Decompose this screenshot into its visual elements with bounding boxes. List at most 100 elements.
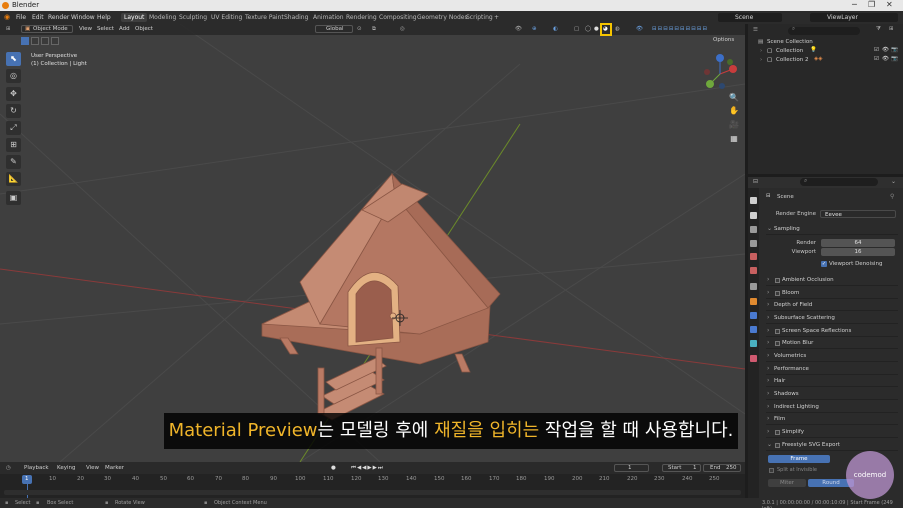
section-motion-blur[interactable]: › Motion Blur [766, 338, 898, 349]
expand-collection-2-icon[interactable]: › [760, 57, 762, 63]
editor-type-icon[interactable]: ⊞ [6, 26, 11, 32]
maximize-icon[interactable]: ❐ [868, 0, 875, 9]
properties-editor-icon[interactable]: ⊟ [753, 178, 758, 185]
menu-marker[interactable]: Marker [105, 465, 124, 471]
minimize-icon[interactable]: ─ [852, 0, 857, 9]
scene-collection-label[interactable]: Scene Collection [767, 39, 813, 45]
gizmo-y-icon[interactable] [706, 80, 714, 88]
blender-menu-icon[interactable]: ◉ [4, 13, 10, 21]
gizmo-x-icon[interactable] [729, 65, 737, 73]
new-collection-icon[interactable]: ⊞ [889, 26, 894, 32]
current-frame-field[interactable] [614, 464, 649, 472]
collection-tab-icon[interactable] [750, 283, 757, 290]
section-depth-of-field[interactable]: › Depth of Field [766, 300, 898, 311]
pivot-icon[interactable]: ⊙ [357, 26, 362, 32]
viewport-samples-field[interactable]: 16 [821, 248, 895, 256]
motion-blur-checkbox[interactable] [775, 341, 780, 346]
menu-edit[interactable]: Edit [32, 14, 44, 21]
wireframe-shading-icon[interactable]: ◯ [585, 26, 591, 32]
select-extend-icon[interactable] [31, 37, 39, 45]
annotate-tool-icon[interactable]: ✎ [6, 155, 21, 169]
pan-hand-icon[interactable]: ✋ [727, 104, 741, 118]
checkbox-2-icon[interactable]: ☑ [874, 56, 879, 62]
add-workspace-button[interactable]: + [494, 14, 499, 21]
timeline-editor-icon[interactable]: ◷ [6, 465, 11, 471]
constraints-tab-icon[interactable] [750, 340, 757, 347]
camera-icon[interactable]: 📷 [891, 47, 898, 53]
menu-playback[interactable]: Playback [24, 465, 49, 471]
eye-icon[interactable]: 👁 [882, 47, 889, 53]
section-subsurface-scattering[interactable]: › Subsurface Scattering [766, 313, 898, 324]
solid-shading-icon[interactable]: ● [594, 26, 599, 32]
transform-tool-icon[interactable]: ⊞ [6, 138, 21, 152]
menu-add[interactable]: Add [119, 26, 130, 32]
bloom-checkbox[interactable] [775, 291, 780, 296]
viewport-denoising-checkbox[interactable]: ✓ [821, 261, 827, 267]
record-icon[interactable]: ● [331, 465, 336, 471]
header-extra-icons[interactable]: ⊟⊟⊟⊟⊟⊟⊟⊟⊟⊟ [652, 26, 708, 32]
section-screen-space-reflections[interactable]: › Screen Space Reflections [766, 326, 898, 337]
checkbox-icon[interactable]: ☑ [874, 47, 879, 53]
camera-view-icon[interactable]: 🎥 [727, 118, 741, 132]
menu-render[interactable]: Render [48, 14, 69, 21]
outliner-search-input[interactable] [788, 27, 860, 35]
zoom-icon[interactable]: 🔍 [727, 91, 741, 105]
menu-select[interactable]: Select [97, 26, 114, 32]
outliner-panel[interactable]: ☰ ⌕ ⧩ ⊞ ▤ Scene Collection › ▢ Collectio… [748, 24, 903, 174]
section-shadows[interactable]: › Shadows [766, 389, 898, 400]
view-object-types-icon[interactable]: 👁 [636, 26, 643, 32]
expand-collection-icon[interactable]: › [760, 48, 762, 54]
select-mode-icons[interactable] [21, 37, 65, 46]
outliner-filter-icon[interactable]: ⧩ [876, 26, 881, 33]
eye-2-icon[interactable]: 👁 [882, 56, 889, 62]
menu-view[interactable]: View [79, 26, 92, 32]
menu-file[interactable]: File [16, 14, 26, 21]
freestyle-checkbox[interactable] [775, 443, 780, 448]
scene-tab-icon[interactable] [750, 253, 757, 260]
timeline-scrollbar[interactable] [4, 490, 741, 495]
select-invert-icon[interactable] [51, 37, 59, 45]
cursor-tool-icon[interactable]: ◎ [6, 69, 21, 83]
select-subtract-icon[interactable] [41, 37, 49, 45]
simplify-checkbox[interactable] [775, 430, 780, 435]
outliner-editor-icon[interactable]: ☰ [753, 27, 758, 33]
section-volumetrics[interactable]: › Volumetrics [766, 351, 898, 362]
split-invisible-checkbox[interactable] [769, 468, 774, 473]
measure-tool-icon[interactable]: 📐 [6, 172, 21, 186]
menu-object[interactable]: Object [135, 26, 153, 32]
outliner-item-collection-2[interactable]: Collection 2 [776, 57, 808, 63]
freestyle-frame-button[interactable]: Frame [768, 455, 830, 463]
tool-tab-icon[interactable] [750, 197, 757, 204]
proportional-edit-icon[interactable]: ◎ [400, 26, 405, 32]
gizmo-neg-x-icon[interactable] [704, 69, 710, 75]
render-engine-dropdown[interactable]: Eevee [820, 210, 896, 218]
rendered-shading-icon[interactable]: ◍ [615, 26, 620, 32]
tab-modeling[interactable]: Modeling [149, 14, 176, 21]
select-box-tool-icon[interactable]: ⬉ [6, 52, 21, 66]
render-tab-icon[interactable] [750, 212, 757, 219]
snap-icon[interactable]: ⧉ [372, 26, 376, 33]
playback-controls-icon[interactable]: ⏮◀◀▶▶⏭ [351, 465, 384, 472]
data-tab-icon[interactable] [750, 355, 757, 362]
section-freestyle-svg-export[interactable]: ⌄ Freestyle SVG Export [766, 440, 898, 451]
gizmo-neg-z-icon[interactable] [719, 83, 725, 89]
menu-window[interactable]: Window [71, 14, 95, 21]
pin-icon[interactable]: ⚲ [890, 193, 894, 200]
tab-geometry-nodes[interactable]: Geometry Nodes [417, 14, 468, 21]
tab-rendering[interactable]: Rendering [346, 14, 377, 21]
add-cube-tool-icon[interactable]: ▣ [6, 191, 21, 205]
overlay-toggle-icon[interactable]: ◐ [553, 26, 558, 32]
tab-compositing[interactable]: Compositing [379, 14, 417, 21]
rotate-tool-icon[interactable]: ↻ [6, 104, 21, 118]
3d-viewport[interactable] [0, 24, 745, 462]
tab-sculpting[interactable]: Sculpting [179, 14, 207, 21]
visibility-icon[interactable]: 👁 [515, 26, 522, 32]
section-simplify[interactable]: › Simplify [766, 427, 898, 438]
tab-layout[interactable]: Layout [121, 13, 148, 22]
ssr-checkbox[interactable] [775, 329, 780, 334]
timeline-ruler[interactable]: 1 10 20 30 40 50 60 70 80 90 100 110 120… [0, 474, 745, 498]
output-tab-icon[interactable] [750, 226, 757, 233]
world-tab-icon[interactable] [750, 267, 757, 274]
select-new-icon[interactable] [21, 37, 29, 45]
section-indirect-lighting[interactable]: › Indirect Lighting [766, 402, 898, 413]
